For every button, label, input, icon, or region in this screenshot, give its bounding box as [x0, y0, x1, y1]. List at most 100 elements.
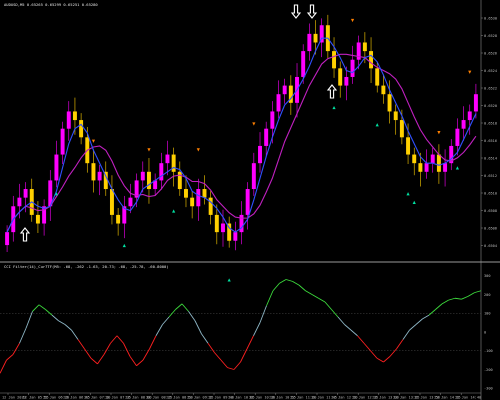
- candle-bear[interactable]: [418, 163, 423, 172]
- cci-line-segment[interactable]: [149, 335, 157, 350]
- cci-line-segment[interactable]: [136, 359, 144, 367]
- cci-line-segment[interactable]: [454, 297, 462, 300]
- cci-line-segment[interactable]: [370, 350, 378, 359]
- candle-bull[interactable]: [443, 163, 448, 172]
- cci-line-segment[interactable]: [324, 301, 332, 310]
- candle-bull[interactable]: [307, 33, 312, 52]
- candle-bear[interactable]: [399, 120, 404, 138]
- cci-line-segment[interactable]: [58, 320, 66, 325]
- candle-bull[interactable]: [196, 189, 201, 207]
- candle-bull[interactable]: [233, 232, 238, 241]
- candle-bear[interactable]: [369, 51, 374, 69]
- candle-bull[interactable]: [221, 223, 225, 233]
- candle-bear[interactable]: [375, 68, 380, 86]
- candle-bull[interactable]: [60, 128, 65, 155]
- cci-line-segment[interactable]: [292, 280, 300, 286]
- cci-line-segment[interactable]: [311, 294, 319, 299]
- candle-bull[interactable]: [165, 154, 170, 164]
- cci-line-segment[interactable]: [461, 295, 469, 300]
- candle-bear[interactable]: [116, 214, 121, 224]
- cci-line-segment[interactable]: [383, 356, 391, 363]
- candle-bull[interactable]: [23, 189, 28, 198]
- cci-line-segment[interactable]: [337, 316, 345, 325]
- cci-line-segment[interactable]: [71, 329, 79, 340]
- candle-bull[interactable]: [159, 163, 164, 181]
- cci-line-segment[interactable]: [448, 297, 456, 301]
- candle-bull[interactable]: [258, 145, 262, 164]
- cci-line-segment[interactable]: [467, 292, 475, 297]
- cci-line-segment[interactable]: [415, 318, 423, 325]
- cci-line-segment[interactable]: [64, 324, 72, 331]
- cci-line-segment[interactable]: [32, 304, 40, 312]
- candle-bear[interactable]: [362, 42, 367, 52]
- cci-line-segment[interactable]: [129, 356, 137, 367]
- cci-line-segment[interactable]: [422, 314, 430, 320]
- cci-line-segment[interactable]: [162, 316, 170, 325]
- candle-bear[interactable]: [393, 111, 398, 121]
- cci-line-segment[interactable]: [188, 311, 196, 322]
- cci-line-segment[interactable]: [279, 279, 287, 284]
- cci-line-segment[interactable]: [272, 282, 280, 292]
- cci-indicator-panel[interactable]: 300 200 100 0 -100 -200 -300: [0, 274, 493, 391]
- candle-bull[interactable]: [5, 232, 10, 246]
- candle-bear[interactable]: [387, 94, 392, 112]
- candle-bear[interactable]: [91, 163, 96, 181]
- cci-line-segment[interactable]: [181, 303, 189, 312]
- cci-line-segment[interactable]: [396, 339, 404, 350]
- cci-line-segment[interactable]: [305, 290, 313, 295]
- candle-bull[interactable]: [344, 76, 349, 86]
- candle-bull[interactable]: [350, 59, 355, 77]
- cci-line-segment[interactable]: [285, 279, 293, 282]
- candle-bear[interactable]: [338, 68, 343, 86]
- candle-bull[interactable]: [270, 111, 275, 129]
- cci-line-segment[interactable]: [38, 304, 46, 310]
- cci-line-segment[interactable]: [357, 335, 365, 344]
- cci-line-segment[interactable]: [441, 299, 449, 305]
- cci-line-segment[interactable]: [201, 333, 209, 344]
- cci-line-segment[interactable]: [227, 367, 235, 370]
- cci-line-segment[interactable]: [474, 290, 482, 294]
- cci-line-segment[interactable]: [90, 357, 98, 365]
- candle-bull[interactable]: [424, 163, 429, 172]
- cci-line-segment[interactable]: [428, 309, 436, 316]
- candle-bear[interactable]: [171, 154, 176, 172]
- candle-bear[interactable]: [35, 214, 40, 224]
- cci-line-segment[interactable]: [253, 322, 261, 336]
- cci-line-segment[interactable]: [103, 343, 111, 355]
- cci-line-segment[interactable]: [298, 284, 306, 292]
- candle-bear[interactable]: [146, 171, 151, 190]
- candle-bear[interactable]: [406, 137, 411, 155]
- cci-line-segment[interactable]: [110, 335, 118, 344]
- candle-bull[interactable]: [430, 154, 435, 164]
- candle-bear[interactable]: [79, 120, 84, 138]
- cci-line-segment[interactable]: [142, 348, 150, 361]
- cci-line-segment[interactable]: [259, 305, 267, 323]
- candle-bear[interactable]: [202, 189, 207, 198]
- candle-bull[interactable]: [140, 171, 145, 181]
- candle-bull[interactable]: [245, 189, 250, 215]
- cci-line-segment[interactable]: [25, 311, 33, 329]
- cci-line-segment[interactable]: [207, 342, 215, 353]
- cci-line-segment[interactable]: [116, 335, 124, 344]
- candle-bull[interactable]: [54, 154, 59, 181]
- cci-line-segment[interactable]: [175, 303, 183, 310]
- candle-bear[interactable]: [184, 189, 188, 198]
- candle-bear[interactable]: [109, 189, 114, 215]
- candle-bull[interactable]: [97, 171, 102, 181]
- cci-line-segment[interactable]: [77, 339, 85, 350]
- candle-bull[interactable]: [455, 128, 460, 146]
- candle-bull[interactable]: [461, 120, 466, 129]
- cci-line-segment[interactable]: [389, 348, 397, 357]
- cci-line-segment[interactable]: [409, 324, 417, 331]
- candle-bull[interactable]: [251, 163, 256, 190]
- cci-line-segment[interactable]: [155, 324, 163, 336]
- candle-bear[interactable]: [72, 111, 77, 121]
- candle-bear[interactable]: [208, 197, 213, 215]
- trading-terminal[interactable]: 0.6530 0.6528 0.6526 0.6524 0.6522 0.6520 0.65…: [0, 0, 500, 400]
- candle-bull[interactable]: [17, 197, 22, 207]
- cci-line-segment[interactable]: [19, 328, 27, 344]
- cci-line-segment[interactable]: [51, 314, 59, 322]
- cci-line-segment[interactable]: [246, 335, 254, 350]
- candle-bear[interactable]: [381, 85, 386, 95]
- cci-line-segment[interactable]: [97, 354, 105, 365]
